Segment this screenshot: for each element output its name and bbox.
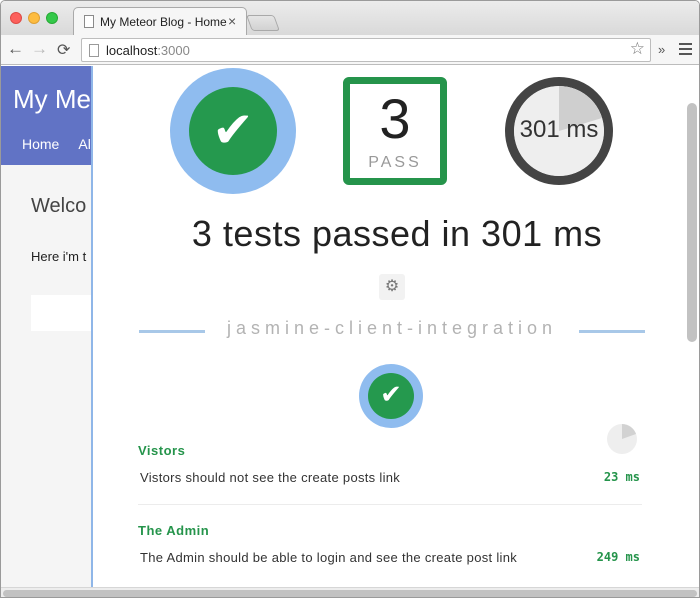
- blog-header: My Me Home Al: [1, 66, 101, 165]
- duration-timer: 301 ms: [505, 77, 613, 185]
- result-summary: 3 tests passed in 301 ms: [191, 213, 603, 254]
- test-name: The Admin should be able to login and se…: [140, 550, 518, 565]
- address-bar[interactable]: localhost:3000 ☆: [81, 38, 651, 62]
- summary-status-icon: ✔: [170, 68, 296, 194]
- hamburger-menu-icon[interactable]: [679, 43, 692, 58]
- vertical-scrollbar[interactable]: [687, 103, 697, 342]
- nav-about-link[interactable]: Al: [78, 136, 90, 152]
- horizontal-scrollbar-thumb[interactable]: [3, 590, 697, 597]
- url-port: :3000: [157, 43, 190, 58]
- pass-label: PASS: [368, 154, 422, 171]
- test-suite: The Admin The Admin should be able to lo…: [138, 523, 642, 570]
- framework-status-inner: ✔: [368, 373, 414, 419]
- nav-home-link[interactable]: Home: [22, 136, 59, 152]
- browser-toolbar: ← → ⟳ localhost:3000 ☆ »: [1, 35, 699, 65]
- pass-count-box: 3 PASS: [343, 77, 447, 185]
- extensions-chevron-icon[interactable]: »: [658, 42, 665, 57]
- framework-header: jasmine-client-integration: [139, 318, 645, 340]
- divider-right: [579, 330, 645, 333]
- browser-tab[interactable]: My Meteor Blog - Home ×: [73, 7, 247, 36]
- checkmark-icon: ✔: [380, 379, 402, 409]
- page-icon: [89, 44, 99, 57]
- velocity-test-overlay: ✔ 3 PASS 301 ms 3 tests passed in 301 ms…: [91, 66, 699, 587]
- test-row[interactable]: Vistors should not see the create posts …: [138, 470, 642, 490]
- pass-count: 3: [379, 87, 411, 150]
- new-tab-button[interactable]: [246, 15, 280, 31]
- blog-welcome-heading: Welco: [31, 195, 87, 217]
- test-row[interactable]: The Admin should be able to login and se…: [138, 550, 642, 570]
- title-bar: My Meteor Blog - Home ×: [1, 1, 699, 36]
- test-suite: Vistors Vistors should not see the creat…: [138, 443, 642, 490]
- forward-arrow-icon[interactable]: →: [31, 39, 48, 59]
- timer-text: 301 ms: [519, 116, 599, 143]
- framework-status-icon: ✔: [359, 364, 423, 428]
- url-host: localhost: [106, 43, 158, 58]
- framework-name: jasmine-client-integration: [226, 318, 558, 338]
- close-window-button[interactable]: [10, 12, 22, 24]
- blog-intro-text: Here i'm t: [31, 249, 87, 264]
- suite-divider: [138, 504, 642, 505]
- tab-close-icon[interactable]: ×: [228, 13, 236, 29]
- reload-icon[interactable]: ⟳: [57, 40, 70, 60]
- bookmark-star-icon[interactable]: ☆: [630, 39, 645, 59]
- minimize-window-button[interactable]: [28, 12, 40, 24]
- tab-title: My Meteor Blog - Home: [100, 15, 227, 29]
- browser-window: My Meteor Blog - Home × ← → ⟳ localhost:…: [0, 0, 700, 598]
- settings-gear-icon[interactable]: ⚙: [379, 274, 405, 300]
- zoom-window-button[interactable]: [46, 12, 58, 24]
- checkmark-icon: ✔: [212, 102, 254, 158]
- page-icon: [84, 15, 94, 28]
- suite-title[interactable]: Vistors: [138, 443, 642, 458]
- suite-title[interactable]: The Admin: [138, 523, 642, 538]
- test-name: Vistors should not see the create posts …: [140, 470, 401, 485]
- test-duration: 249 ms: [596, 550, 640, 564]
- test-duration: 23 ms: [603, 470, 640, 484]
- page-viewport: My Me Home Al Welco Here i'm t ✔ 3 PASS: [1, 66, 699, 587]
- summary-status-inner: ✔: [189, 87, 277, 175]
- back-arrow-icon[interactable]: ←: [7, 39, 24, 59]
- blog-title[interactable]: My Me: [13, 84, 91, 115]
- horizontal-scrollbar[interactable]: [1, 587, 699, 597]
- divider-left: [139, 330, 205, 333]
- url-text[interactable]: localhost:3000: [106, 43, 190, 58]
